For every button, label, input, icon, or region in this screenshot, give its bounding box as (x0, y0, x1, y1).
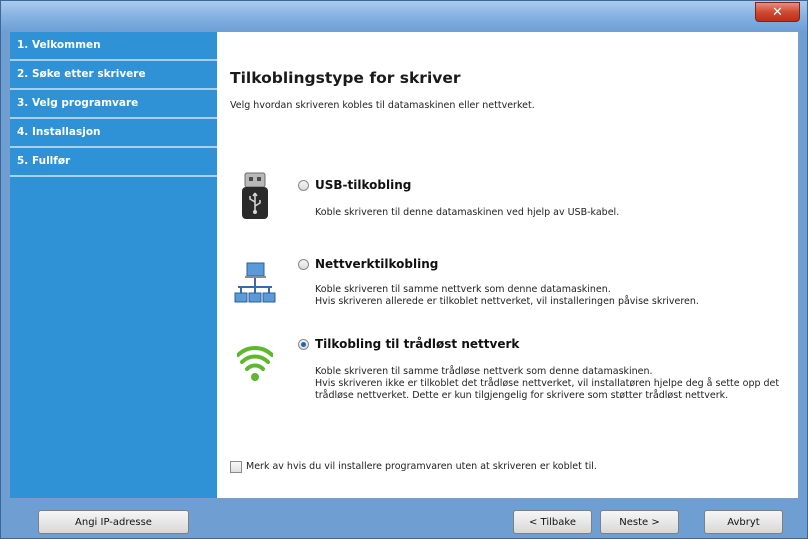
step-fullfor: 5. Fullfør (10, 148, 217, 177)
installer-window: ✕ 1. Velkommen 2. Søke etter skrivere 3.… (0, 0, 808, 539)
steps-sidebar: 1. Velkommen 2. Søke etter skrivere 3. V… (10, 32, 217, 498)
install-without-printer-label[interactable]: Merk av hvis du vil installere programva… (246, 461, 597, 472)
option-usb-label[interactable]: USB-tilkobling (315, 178, 411, 192)
title-bar: ✕ (1, 1, 807, 31)
radio-network[interactable] (298, 259, 309, 270)
option-wireless-desc-line: Koble skriveren til samme trådløse nettv… (315, 366, 653, 377)
option-usb-desc-line: Koble skriveren til denne datamaskinen v… (315, 207, 620, 218)
dialog-body: 1. Velkommen 2. Søke etter skrivere 3. V… (9, 31, 799, 499)
option-network-label[interactable]: Nettverktilkobling (315, 257, 438, 271)
step-velkommen: 1. Velkommen (10, 32, 217, 61)
option-network-desc-line: Hvis skriveren allerede er tilkoblet net… (315, 296, 699, 307)
step-installasjon: 4. Installasjon (10, 119, 217, 148)
step-velg-programvare: 3. Velg programvare (10, 90, 217, 119)
close-button[interactable]: ✕ (755, 2, 800, 22)
next-button[interactable]: Neste > (600, 510, 679, 534)
option-network-desc-line: Koble skriveren til samme nettverk som d… (315, 284, 611, 295)
option-wireless-description: Koble skriveren til samme trådløse nettv… (315, 366, 779, 402)
page-title: Tilkoblingstype for skriver (230, 69, 461, 87)
usb-icon (242, 172, 268, 219)
network-icon (234, 262, 276, 303)
back-button[interactable]: < Tilbake (513, 510, 592, 534)
wifi-icon (237, 345, 273, 381)
page-subtitle: Velg hvordan skriveren kobles til datama… (230, 100, 535, 111)
step-soke-etter-skrivere: 2. Søke etter skrivere (10, 61, 217, 90)
ip-address-button[interactable]: Angi IP-adresse (38, 510, 189, 534)
radio-wireless[interactable] (298, 339, 309, 350)
option-wireless-desc-line: trådløse nettverket. Dette er kun tilgje… (315, 390, 729, 401)
option-network-description: Koble skriveren til samme nettverk som d… (315, 284, 699, 308)
main-content: Tilkoblingstype for skriver Velg hvordan… (217, 32, 798, 498)
option-wireless-label[interactable]: Tilkobling til trådløst nettverk (315, 337, 519, 351)
install-without-printer-checkbox[interactable] (230, 461, 242, 473)
radio-usb[interactable] (298, 180, 309, 191)
option-wireless-desc-line: Hvis skriveren ikke er tilkoblet det trå… (315, 378, 780, 389)
cancel-button[interactable]: Avbryt (704, 510, 783, 534)
option-usb-description: Koble skriveren til denne datamaskinen v… (315, 207, 619, 219)
close-icon: ✕ (772, 4, 783, 20)
